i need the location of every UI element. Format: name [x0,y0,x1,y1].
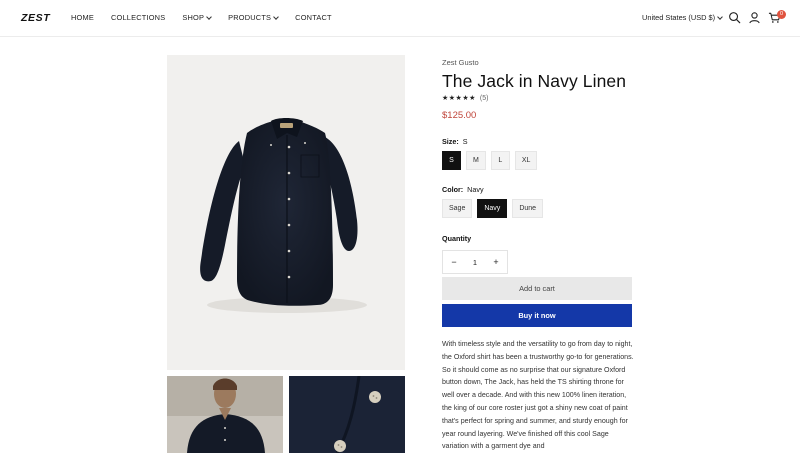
nav-home-label: HOME [71,13,94,22]
size-option-xl[interactable]: XL [514,151,538,170]
buy-now-button[interactable]: Buy it now [442,304,632,327]
product-main-image[interactable] [167,55,405,370]
size-option-l[interactable]: L [490,151,510,170]
shirt-image [200,118,367,313]
nav-home[interactable]: HOME [71,13,94,22]
nav-products[interactable]: PRODUCTS [228,13,280,22]
chevron-down-icon [206,13,212,20]
chevron-down-icon [273,13,280,20]
add-to-cart-button[interactable]: Add to cart [442,277,632,300]
color-option-label: Color: Navy [442,185,484,194]
size-option-m[interactable]: M [466,151,486,170]
quantity-value[interactable]: 1 [473,258,477,267]
product-vendor[interactable]: Zest Gusto [442,58,479,67]
color-swatches: Sage Navy Dune [442,199,548,218]
product-title: The Jack in Navy Linen [442,71,627,91]
nav-collections-label: COLLECTIONS [110,13,166,22]
quantity-increase-button[interactable]: + [491,257,501,267]
review-count: (5) [479,94,489,102]
product-thumbnail-1[interactable] [167,376,283,453]
quantity-decrease-button[interactable]: − [449,257,459,267]
chevron-down-icon [717,13,723,20]
currency-selector[interactable]: United States (USD $) [642,13,723,22]
nav-shop-label: SHOP [182,13,205,22]
nav-contact-label: CONTACT [295,13,332,22]
cart-count-badge: 0 [777,10,786,19]
site-header: ZEST HOME COLLECTIONS SHOP PRODUCTS CONT… [0,0,800,37]
size-selected-value: S [462,137,468,146]
size-swatches: S M L XL [442,151,542,170]
nav-collections[interactable]: COLLECTIONS [111,13,165,22]
color-option-sage[interactable]: Sage [442,199,473,218]
size-option-s[interactable]: S [442,151,461,170]
nav-products-label: PRODUCTS [228,13,272,22]
currency-label: United States (USD $) [642,13,716,22]
search-icon[interactable] [728,11,741,24]
color-option-dune[interactable]: Dune [512,199,544,218]
logo[interactable]: ZEST [21,12,50,24]
color-label-text: Color: [442,185,464,194]
quantity-label: Quantity [442,234,472,243]
nav-shop[interactable]: SHOP [182,13,212,22]
size-label-text: Size: [442,137,459,146]
product-thumbnail-2[interactable] [289,376,405,453]
nav-contact[interactable]: CONTACT [295,13,332,22]
product-description: With timeless style and the versatility … [442,340,634,451]
fabric-detail-photo [289,376,405,453]
product-rating[interactable]: ★★★★★ (5) [442,94,489,103]
main-nav: HOME COLLECTIONS SHOP PRODUCTS CONTACT [71,13,349,22]
color-selected-value: Navy [467,185,484,194]
star-rating-icon: ★★★★★ [442,95,476,102]
size-option-label: Size: S [442,137,468,146]
model-photo [167,376,283,453]
account-icon[interactable] [748,11,761,24]
product-price: $125.00 [442,110,477,121]
color-option-navy[interactable]: Navy [477,199,508,218]
quantity-stepper: − 1 + [442,250,508,274]
